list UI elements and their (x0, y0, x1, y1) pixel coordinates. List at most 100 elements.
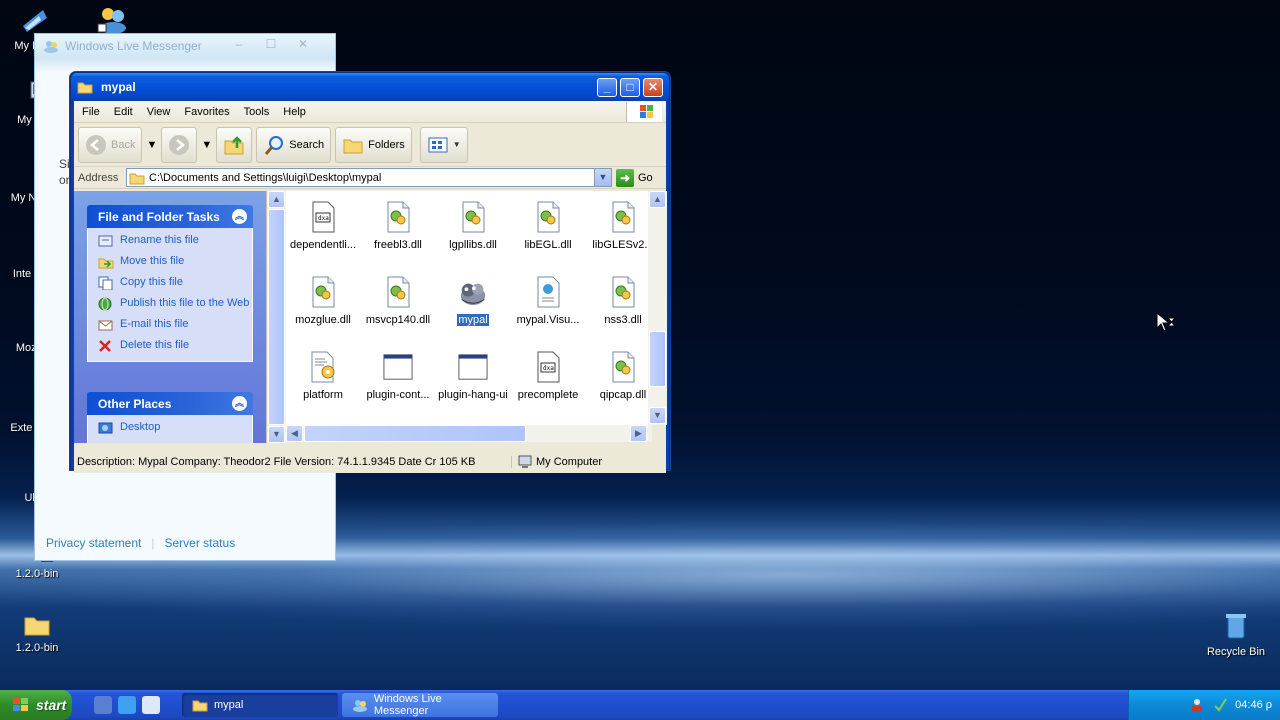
dll-file-icon (612, 351, 635, 383)
file-item[interactable]: plugin-hang-ui (435, 351, 511, 401)
maximize-button[interactable]: □ (620, 78, 640, 97)
taskbar: start mypal Windows Live Messenger EN 04… (0, 690, 1280, 720)
move-icon (98, 258, 114, 269)
task-pane-scrollbar[interactable]: ▲ ▼ (266, 191, 286, 443)
desktop-icon-recycle-bin[interactable]: Recycle Bin (1201, 610, 1271, 658)
taskbar-button-label: Windows Live Messenger (373, 693, 442, 717)
views-dropdown-icon: ▼ (452, 140, 461, 149)
back-label: Back (111, 138, 136, 151)
file-item[interactable]: lgpllibs.dll (435, 201, 511, 251)
tray-user-icon[interactable] (1189, 697, 1205, 713)
task-copy[interactable]: Copy this file (98, 276, 252, 290)
menu-edit[interactable]: Edit (114, 106, 133, 118)
collapse-chevron-icon[interactable]: ︽ (232, 209, 247, 224)
server-status-link[interactable]: Server status (165, 536, 236, 550)
panel-header[interactable]: File and Folder Tasks ︽ (87, 205, 253, 228)
folders-button[interactable]: Folders (335, 126, 412, 163)
up-folder-button[interactable] (216, 126, 253, 163)
scroll-down-icon[interactable]: ▼ (649, 407, 666, 424)
forward-dropdown-icon[interactable]: ▼ (201, 139, 212, 151)
file-view-vscroll[interactable]: ▲ ▼ (648, 191, 667, 425)
file-item[interactable]: qipcap.dll (585, 351, 652, 401)
scroll-thumb[interactable] (304, 425, 526, 442)
close-button[interactable]: ✕ (289, 37, 317, 53)
messenger-people-icon (97, 8, 126, 34)
taskbar-button-messenger[interactable]: Windows Live Messenger (342, 693, 498, 717)
show-desktop-icon[interactable] (94, 696, 112, 714)
svg-text:dxa: dxa (543, 365, 554, 372)
forward-button[interactable] (161, 126, 198, 163)
scroll-thumb[interactable] (649, 331, 666, 387)
desktop: My Doc My Co My N Pla e Inte Exp Mozilla… (0, 0, 1280, 690)
go-button[interactable]: ➜ Go (616, 168, 653, 187)
file-item[interactable]: dxa precomplete (510, 351, 586, 401)
place-desktop[interactable]: Desktop (98, 421, 252, 435)
file-name: dependentli... (289, 239, 357, 251)
file-item[interactable]: msvcp140.dll (360, 276, 436, 326)
back-button[interactable]: Back (78, 126, 143, 163)
desktop-icon-label: Recycle Bin (1206, 646, 1266, 658)
internet-explorer-icon[interactable] (118, 696, 136, 714)
task-publish[interactable]: Publish this file to the Web (98, 297, 252, 311)
task-rename[interactable]: Rename this file (98, 234, 252, 248)
file-item[interactable]: mozglue.dll (286, 276, 361, 326)
file-item[interactable]: nss3.dll (585, 276, 652, 326)
scroll-up-icon[interactable]: ▲ (649, 191, 666, 208)
messenger-footer: Privacy statement | Server status (46, 536, 235, 550)
scroll-down-icon[interactable]: ▼ (268, 426, 285, 443)
file-name: mypal (457, 314, 489, 326)
desktop-icon-folder[interactable]: 1.2.0-bin (2, 612, 72, 654)
task-move[interactable]: Move this file (98, 255, 252, 269)
scroll-thumb[interactable] (268, 209, 285, 425)
file-item[interactable]: mypal (435, 276, 511, 326)
doc-file-icon: dxa (537, 351, 560, 383)
scroll-right-icon[interactable]: ▶ (630, 425, 647, 442)
file-item[interactable]: mypal.Visu... (510, 276, 586, 326)
taskbar-button-mypal[interactable]: mypal (182, 693, 338, 717)
task-email[interactable]: E-mail this file (98, 318, 252, 332)
recycle-bin-icon (1226, 614, 1246, 639)
address-dropdown-icon[interactable]: ▼ (594, 169, 611, 186)
panel-body: Rename this file Move this file Copy thi… (87, 228, 253, 362)
menu-favorites[interactable]: Favorites (184, 106, 229, 118)
other-places-panel: Other Places ︽ Desktop (87, 392, 253, 443)
file-view-hscroll[interactable]: ◀ ▶ (286, 425, 652, 442)
menu-file[interactable]: File (82, 106, 100, 118)
panel-header[interactable]: Other Places ︽ (87, 392, 253, 415)
start-button[interactable]: start (0, 690, 72, 720)
file-item[interactable]: dxa dependentli... (286, 201, 361, 251)
privacy-statement-link[interactable]: Privacy statement (46, 536, 141, 550)
task-delete[interactable]: Delete this file (98, 339, 252, 353)
file-item[interactable]: freebl3.dll (360, 201, 436, 251)
menu-tools[interactable]: Tools (244, 106, 270, 118)
file-name: lgpllibs.dll (449, 239, 497, 251)
search-button[interactable]: Search (256, 126, 332, 163)
views-button[interactable]: ▼ (419, 126, 468, 163)
clock[interactable]: 04:46 ρ (1235, 699, 1272, 711)
place-label: Desktop (120, 421, 161, 433)
scroll-left-icon[interactable]: ◀ (286, 425, 303, 442)
file-item[interactable]: plugin-cont... (360, 351, 436, 401)
close-button[interactable]: ✕ (643, 78, 663, 97)
address-bar: Address C:\Documents and Settings\luigi\… (74, 167, 666, 189)
minimize-button[interactable]: – (225, 37, 253, 53)
desktop-icon (98, 422, 113, 434)
file-name: mypal.Visu... (516, 314, 580, 326)
tray-network-icon[interactable] (1213, 697, 1227, 713)
collapse-chevron-icon[interactable]: ︽ (232, 396, 247, 411)
explorer-window[interactable]: mypal _ □ ✕ File Edit View Favorites Too… (70, 72, 670, 473)
maximize-button[interactable]: ☐ (257, 37, 285, 53)
app-file-icon (460, 283, 486, 306)
file-item[interactable]: platform (286, 351, 361, 401)
back-dropdown-icon[interactable]: ▼ (146, 139, 157, 151)
scroll-up-icon[interactable]: ▲ (268, 191, 285, 208)
media-player-icon[interactable] (142, 696, 160, 714)
explorer-titlebar[interactable]: mypal (71, 73, 669, 101)
menu-view[interactable]: View (147, 106, 171, 118)
minimize-button[interactable]: _ (597, 78, 617, 97)
file-item[interactable]: libEGL.dll (510, 201, 586, 251)
file-view[interactable]: dxa dependentli... freebl3.dll lgpllibs.dll… (286, 191, 652, 425)
address-field[interactable]: C:\Documents and Settings\luigi\Desktop\… (126, 168, 612, 187)
menu-help[interactable]: Help (283, 106, 306, 118)
file-item[interactable]: libGLESv2.d (585, 201, 652, 251)
